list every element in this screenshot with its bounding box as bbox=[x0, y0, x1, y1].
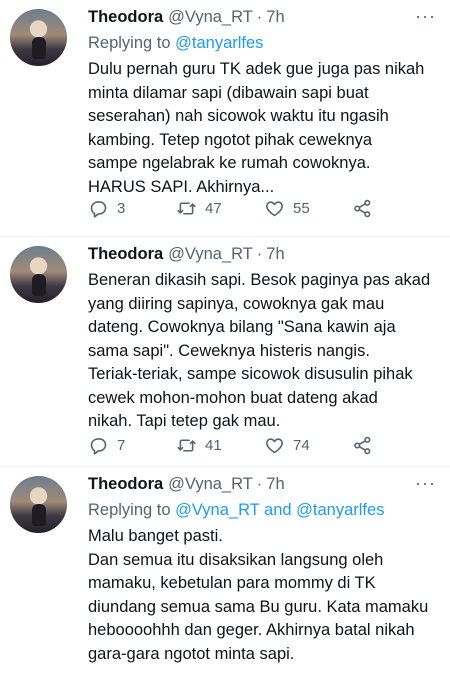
replying-to-label: Replying to bbox=[88, 501, 176, 519]
like-button[interactable]: 74 bbox=[264, 435, 352, 456]
avatar[interactable] bbox=[10, 476, 67, 533]
reply-icon bbox=[90, 201, 107, 218]
replying-to: Replying to @Vyna_RT and @tanyarlfes bbox=[88, 499, 438, 521]
tweet-header: Theodora @Vyna_RT · 7h bbox=[88, 6, 438, 28]
tweet-text: Malu banget pasti. Dan semua itu disaksi… bbox=[88, 527, 429, 663]
timestamp[interactable]: 7h bbox=[266, 6, 284, 28]
reply-mention-link[interactable]: @tanyarlfes bbox=[175, 34, 263, 52]
retweet-count: 47 bbox=[205, 200, 222, 217]
action-bar: 7 41 74 bbox=[88, 435, 438, 456]
display-name[interactable]: Theodora bbox=[88, 243, 163, 265]
tweet-header: Theodora @Vyna_RT · 7h bbox=[88, 473, 438, 495]
retweet-count: 41 bbox=[205, 437, 222, 454]
tweet-1[interactable]: Theodora @Vyna_RT · 7h ··· Replying to @… bbox=[0, 0, 450, 237]
retweet-icon bbox=[177, 202, 196, 215]
reply-mention-link[interactable]: @Vyna_RT and @tanyarlfes bbox=[175, 501, 384, 519]
tweet-2[interactable]: Theodora @Vyna_RT · 7h Beneran dikasih s… bbox=[0, 237, 450, 467]
user-handle[interactable]: @Vyna_RT bbox=[168, 473, 253, 495]
separator-dot: · bbox=[256, 245, 263, 263]
timestamp[interactable]: 7h bbox=[266, 243, 284, 265]
avatar[interactable] bbox=[10, 9, 67, 66]
retweet-icon bbox=[177, 439, 196, 452]
user-handle[interactable]: @Vyna_RT bbox=[168, 6, 253, 28]
display-name[interactable]: Theodora bbox=[88, 473, 163, 495]
tweet-text: Dulu pernah guru TK adek gue juga pas ni… bbox=[88, 60, 425, 196]
reply-icon bbox=[90, 438, 107, 455]
heart-icon bbox=[266, 201, 283, 217]
like-count: 74 bbox=[293, 437, 310, 454]
timestamp[interactable]: 7h bbox=[266, 473, 284, 495]
separator-dot: · bbox=[256, 475, 263, 493]
reply-count: 3 bbox=[117, 200, 126, 217]
display-name[interactable]: Theodora bbox=[88, 6, 163, 28]
replying-to: Replying to @tanyarlfes bbox=[88, 32, 438, 54]
more-icon[interactable]: ··· bbox=[415, 6, 436, 27]
action-bar: 3 47 55 bbox=[88, 198, 438, 219]
heart-icon bbox=[266, 438, 283, 454]
like-button[interactable]: 55 bbox=[264, 198, 352, 219]
share-button[interactable] bbox=[352, 198, 373, 219]
share-button[interactable] bbox=[352, 435, 373, 456]
separator-dot: · bbox=[256, 8, 263, 26]
tweet-3[interactable]: Theodora @Vyna_RT · 7h ··· Replying to @… bbox=[0, 467, 450, 682]
replying-to-label: Replying to bbox=[88, 34, 176, 52]
reply-button[interactable]: 3 bbox=[88, 198, 176, 219]
like-count: 55 bbox=[293, 200, 310, 217]
more-icon[interactable]: ··· bbox=[415, 473, 436, 494]
reply-count: 7 bbox=[117, 437, 126, 454]
avatar[interactable] bbox=[10, 246, 67, 303]
retweet-button[interactable]: 47 bbox=[176, 198, 264, 219]
tweet-text: Beneran dikasih sapi. Besok paginya pas … bbox=[88, 271, 431, 430]
user-handle[interactable]: @Vyna_RT bbox=[168, 243, 253, 265]
reply-button[interactable]: 7 bbox=[88, 435, 176, 456]
tweet-header: Theodora @Vyna_RT · 7h bbox=[88, 243, 438, 265]
retweet-button[interactable]: 41 bbox=[176, 435, 264, 456]
share-icon bbox=[354, 199, 371, 218]
share-icon bbox=[354, 436, 371, 455]
